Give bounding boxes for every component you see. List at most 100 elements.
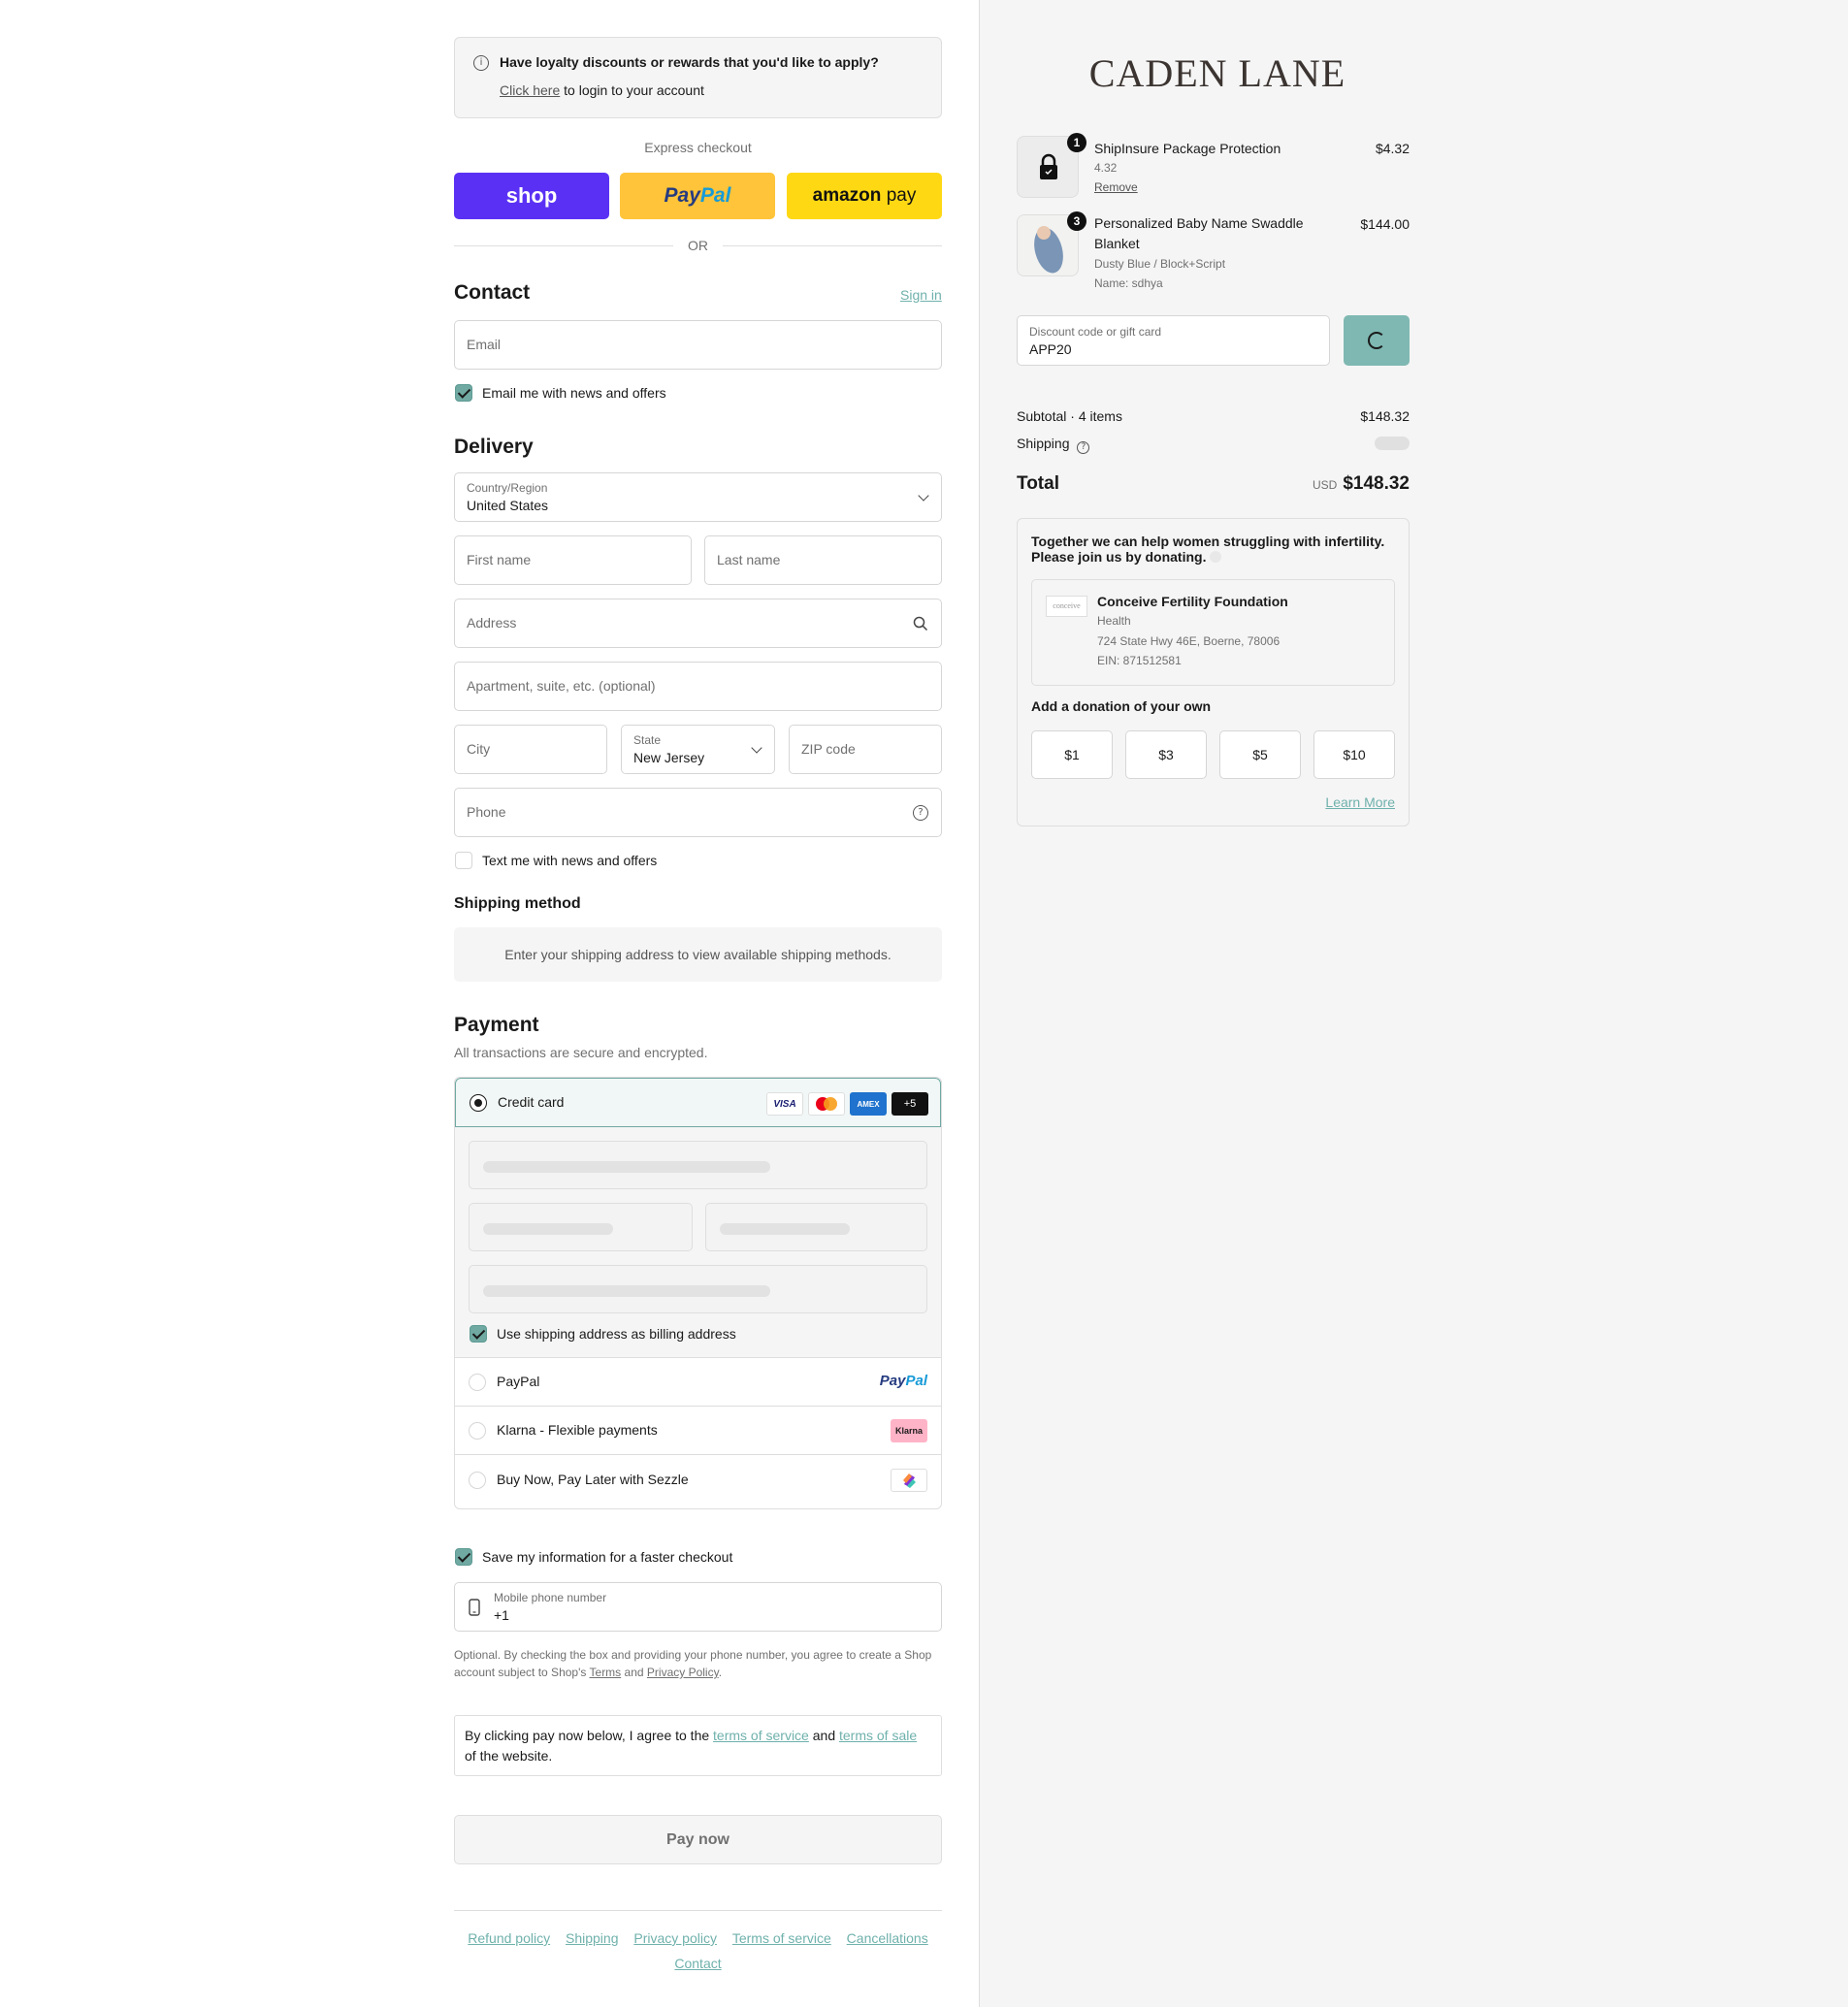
info-icon: i (473, 55, 489, 71)
divider-line-right (723, 245, 942, 246)
skeleton-bar (483, 1223, 613, 1235)
paypal-express-button[interactable]: Pay Pal (620, 173, 775, 219)
refund-policy-link[interactable]: Refund policy (468, 1930, 550, 1946)
last-name-placeholder: Last name (717, 552, 781, 567)
email-news-checkbox[interactable] (455, 384, 472, 402)
charity-logo: conceive (1046, 596, 1087, 617)
help-icon[interactable]: ? (913, 805, 928, 821)
zip-placeholder: ZIP code (801, 741, 856, 757)
learn-more-link[interactable]: Learn More (1325, 794, 1395, 810)
address-field[interactable]: Address (454, 599, 942, 648)
paypal-logo-part2: Pal (905, 1373, 927, 1389)
footer-links: Refund policy Shipping Privacy policy Te… (454, 1926, 942, 1976)
paypal-radio[interactable] (469, 1374, 486, 1391)
amex-icon: AMEX (850, 1092, 887, 1116)
terms-of-service-link[interactable]: terms of service (713, 1728, 809, 1743)
item-variant: Dusty Blue / Block+Script (1094, 257, 1226, 271)
terms-of-sale-link[interactable]: terms of sale (839, 1728, 917, 1743)
skeleton-bar (483, 1161, 770, 1173)
donation-heading-line1: Together we can help women struggling wi… (1031, 534, 1385, 549)
zip-field[interactable]: ZIP code (789, 725, 942, 774)
donate-3-button[interactable]: $3 (1125, 730, 1207, 779)
total-amount: USD $148.32 (1313, 473, 1410, 495)
save-info-checkbox[interactable] (455, 1548, 472, 1566)
expiry-skeleton (469, 1203, 693, 1251)
discount-code-field[interactable]: Discount code or gift card APP20 (1017, 315, 1330, 366)
skeleton-bar (483, 1285, 770, 1297)
save-info-label: Save my information for a faster checkou… (482, 1549, 733, 1565)
shop-note-and: and (624, 1666, 644, 1679)
shipping-row: Shipping ? (1017, 436, 1410, 454)
email-field[interactable]: Email (454, 320, 942, 370)
billing-address-checkbox[interactable] (470, 1325, 487, 1343)
shipping-method-message: Enter your shipping address to view avai… (454, 927, 942, 982)
apartment-field[interactable]: Apartment, suite, etc. (optional) (454, 662, 942, 711)
donate-5-button[interactable]: $5 (1219, 730, 1301, 779)
quantity-badge: 3 (1067, 211, 1086, 231)
apply-discount-button[interactable] (1344, 315, 1410, 366)
discount-label: Discount code or gift card (1029, 325, 1162, 339)
donate-10-button[interactable]: $10 (1313, 730, 1395, 779)
paypal-logo-part1: Pay (879, 1373, 906, 1389)
mastercard-icon (808, 1092, 845, 1116)
shipping-method-heading: Shipping method (454, 895, 581, 912)
mobile-phone-value: +1 (494, 1607, 509, 1623)
sezzle-logo-icon (891, 1469, 927, 1492)
shop-terms-link[interactable]: Terms (590, 1666, 622, 1679)
paypal-logo-part2: Pal (699, 184, 731, 207)
paypal-logo: PayPal (880, 1373, 927, 1389)
klarna-label: Klarna - Flexible payments (497, 1422, 658, 1438)
item-variant: 4.32 (1094, 161, 1118, 175)
email-placeholder: Email (467, 337, 502, 352)
pay-now-button[interactable]: Pay now (454, 1815, 942, 1864)
shop-account-note: Optional. By checking the box and provid… (454, 1646, 942, 1681)
contact-heading: Contact (454, 281, 531, 304)
klarna-logo: Klarna (891, 1419, 927, 1442)
first-name-field[interactable]: First name (454, 535, 692, 585)
privacy-policy-link[interactable]: Privacy policy (633, 1930, 717, 1946)
loyalty-banner: i Have loyalty discounts or rewards that… (454, 37, 942, 118)
cancellations-link[interactable]: Cancellations (847, 1930, 928, 1946)
more-cards-badge: +5 (892, 1092, 928, 1116)
subtotal-label: Subtotal · 4 items (1017, 408, 1122, 424)
sign-in-link[interactable]: Sign in (900, 287, 942, 303)
billing-address-label: Use shipping address as billing address (497, 1326, 736, 1342)
loyalty-login-link[interactable]: Click here (500, 82, 560, 98)
paypal-option[interactable]: PayPal PayPal (455, 1358, 941, 1407)
credit-card-option[interactable]: Credit card VISA AMEX +5 (455, 1078, 941, 1127)
state-select[interactable]: State New Jersey (621, 725, 775, 774)
contact-link[interactable]: Contact (674, 1956, 721, 1971)
phone-field[interactable]: Phone ? (454, 788, 942, 837)
sezzle-radio[interactable] (469, 1472, 486, 1489)
charity-card: conceive Conceive Fertility Foundation H… (1031, 579, 1395, 686)
mobile-phone-field[interactable]: Mobile phone number +1 (454, 1582, 942, 1632)
state-value: New Jersey (633, 750, 705, 765)
klarna-option[interactable]: Klarna - Flexible payments Klarna (455, 1407, 941, 1455)
total-row: Total USD $148.32 (1017, 473, 1410, 497)
shipping-link[interactable]: Shipping (566, 1930, 619, 1946)
last-name-field[interactable]: Last name (704, 535, 942, 585)
donate-1-button[interactable]: $1 (1031, 730, 1113, 779)
shop-pay-button[interactable]: shop (454, 173, 609, 219)
remove-item-link[interactable]: Remove (1094, 180, 1138, 194)
skeleton-bar (720, 1223, 850, 1235)
country-select[interactable]: Country/Region United States (454, 472, 942, 522)
text-news-checkbox[interactable] (455, 852, 472, 869)
paypal-logo-part1: Pay (664, 184, 700, 207)
city-placeholder: City (467, 741, 491, 757)
amazon-pay-button[interactable]: amazon pay (787, 173, 942, 219)
credit-card-radio[interactable] (470, 1094, 487, 1112)
info-icon[interactable] (1210, 551, 1222, 563)
terms-of-service-footer-link[interactable]: Terms of service (732, 1930, 831, 1946)
discount-value: APP20 (1029, 341, 1072, 357)
name-on-card-skeleton (469, 1265, 927, 1313)
mobile-phone-label: Mobile phone number (494, 1591, 607, 1604)
item-personalization: Name: sdhya (1094, 276, 1163, 290)
city-field[interactable]: City (454, 725, 607, 774)
help-icon[interactable]: ? (1077, 441, 1090, 454)
sezzle-option[interactable]: Buy Now, Pay Later with Sezzle (455, 1455, 941, 1504)
shop-privacy-link[interactable]: Privacy Policy (647, 1666, 719, 1679)
klarna-radio[interactable] (469, 1422, 486, 1440)
apartment-placeholder: Apartment, suite, etc. (optional) (467, 678, 656, 694)
footer-divider (454, 1910, 942, 1911)
